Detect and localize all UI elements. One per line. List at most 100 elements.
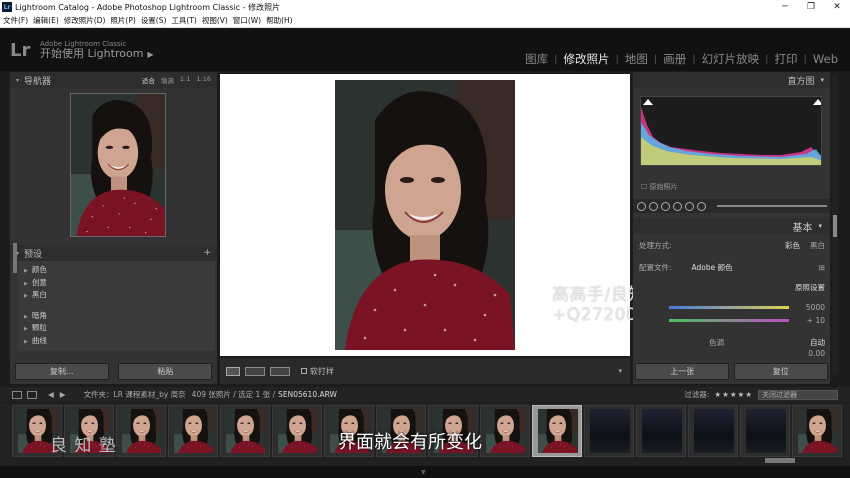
collapse-triangle-icon[interactable]: ▾ [16, 77, 19, 84]
tone-auto-button[interactable]: 自动 [810, 337, 825, 348]
previous-button[interactable]: 上一张 [635, 362, 730, 380]
white-balance-dropdown[interactable]: 原照设置 [795, 282, 825, 293]
add-preset-icon[interactable]: + [203, 248, 211, 258]
tint-value[interactable]: + 10 [807, 316, 825, 325]
menu-window[interactable]: 窗口(W) [233, 15, 261, 26]
paste-button[interactable]: 粘贴 [118, 362, 213, 380]
filmstrip-thumbnail[interactable] [584, 405, 634, 457]
filmstrip-thumbnail[interactable] [272, 405, 322, 457]
tone-row: 色调 自动 [639, 337, 825, 348]
filmstrip-scrollbar[interactable] [765, 458, 795, 463]
preset-group-vignette[interactable]: ▶ 暗角 [18, 310, 215, 323]
back-arrow-icon[interactable]: ◀ [48, 390, 54, 399]
crop-tool-icon[interactable] [637, 201, 646, 211]
spot-removal-icon[interactable] [649, 201, 658, 211]
filmstrip-thumbnail[interactable] [740, 405, 790, 457]
original-photo-toggle[interactable]: ☐ 原始照片 [641, 182, 678, 192]
loupe-view-icon[interactable] [226, 366, 240, 376]
histogram-header[interactable]: 直方图 ▾ [633, 72, 830, 88]
filmstrip-thumbnail[interactable] [116, 405, 166, 457]
menu-help[interactable]: 帮助(H) [266, 15, 293, 26]
selected-filename[interactable]: SEN05610.ARW [278, 390, 337, 399]
soft-proof-toggle[interactable]: 软打样 [301, 366, 334, 377]
menu-edit[interactable]: 编辑(E) [33, 15, 59, 26]
collapse-triangle-icon[interactable]: ▾ [820, 76, 824, 84]
grid-view-icon[interactable] [12, 390, 22, 399]
module-library[interactable]: 图库 [519, 51, 554, 67]
right-panel-scrollbar[interactable] [832, 75, 838, 375]
preset-group-creative[interactable]: ▶ 创意 [18, 277, 215, 290]
forward-arrow-icon[interactable]: ▶ [60, 390, 66, 399]
module-develop[interactable]: 修改照片 [558, 51, 616, 67]
profile-dropdown[interactable]: Adobe 颜色 [692, 262, 733, 273]
filmstrip-thumbnail[interactable] [688, 405, 738, 457]
preset-group-color[interactable]: ▶ 颜色 [18, 264, 215, 277]
tool-slider[interactable] [717, 205, 827, 207]
second-window-icon[interactable] [27, 390, 37, 399]
minimize-button[interactable]: ─ [772, 0, 798, 14]
zoom-1-1[interactable]: 1:1 [180, 75, 190, 85]
toolbar-menu-icon[interactable]: ▾ [618, 367, 622, 375]
zoom-fill[interactable]: 填满 [161, 75, 174, 85]
copy-button[interactable]: 复制... [14, 362, 109, 380]
main-photo[interactable] [335, 80, 515, 350]
radial-filter-icon[interactable] [685, 201, 694, 211]
maximize-button[interactable]: ❐ [798, 0, 824, 14]
play-arrow-icon[interactable]: ▶ [147, 50, 153, 59]
menu-tools[interactable]: 工具(T) [171, 15, 196, 26]
folder-path[interactable]: 文件夹：LR 课程素材_by 周奈 [84, 389, 186, 400]
reset-button[interactable]: 复位 [733, 362, 828, 380]
soft-proof-checkbox[interactable] [301, 368, 307, 374]
red-eye-icon[interactable] [661, 201, 670, 211]
module-book[interactable]: 画册 [657, 51, 692, 67]
navigator-preview[interactable] [70, 93, 166, 237]
close-button[interactable]: ✕ [824, 0, 850, 14]
brush-icon[interactable] [697, 201, 706, 211]
filmstrip-thumbnail[interactable] [480, 405, 530, 457]
temp-value[interactable]: 5000 [806, 303, 825, 312]
filmstrip-thumbnail[interactable] [636, 405, 686, 457]
bottom-panel-toggle[interactable]: ▼ [0, 466, 850, 478]
menu-develop[interactable]: 修改照片(D) [64, 15, 106, 26]
menu-settings[interactable]: 设置(S) [141, 15, 167, 26]
collapse-triangle-icon[interactable]: ▼ [421, 469, 426, 476]
lightroom-app-icon: Lr [2, 2, 12, 12]
basic-header[interactable]: 基本 ▾ [633, 218, 830, 234]
rating-filter[interactable]: ★★★★★ [714, 390, 753, 399]
preset-group-bw[interactable]: ▶ 黑白 [18, 289, 215, 302]
module-print[interactable]: 打印 [769, 51, 804, 67]
menu-view[interactable]: 视图(V) [202, 15, 228, 26]
histogram[interactable] [640, 96, 822, 166]
tone-label: 色调 [709, 338, 724, 347]
temp-row: 5000 [639, 303, 825, 312]
presets-header[interactable]: ▾ 预设 + [10, 245, 217, 261]
module-web[interactable]: Web [807, 52, 844, 66]
filmstrip-thumbnail[interactable] [792, 405, 842, 457]
navigator-header[interactable]: ▾ 导航器 适合 填满 1:1 1:16 [10, 72, 217, 88]
filmstrip-thumbnail[interactable] [220, 405, 270, 457]
filter-dropdown[interactable]: 关闭过滤器 [758, 389, 838, 400]
exposure-value[interactable]: 0.00 [808, 349, 825, 358]
identity-title[interactable]: 开始使用 Lightroom [40, 47, 143, 60]
module-map[interactable]: 地图 [619, 51, 654, 67]
tint-slider[interactable] [669, 319, 789, 322]
graduated-filter-icon[interactable] [673, 201, 682, 211]
compare-view-icon[interactable] [270, 366, 290, 376]
treatment-color[interactable]: 彩色 [785, 240, 800, 251]
preset-group-curve[interactable]: ▶ 曲线 [18, 335, 215, 348]
zoom-1-16[interactable]: 1:16 [196, 75, 211, 85]
treatment-label: 处理方式: [639, 241, 672, 250]
profile-browser-icon[interactable]: ⊞ [819, 263, 825, 272]
zoom-fit[interactable]: 适合 [142, 75, 155, 85]
left-panel-scrollbar[interactable] [13, 243, 17, 273]
collapse-triangle-icon[interactable]: ▾ [818, 222, 822, 230]
before-after-icon[interactable] [245, 366, 265, 376]
filmstrip-thumbnail-selected[interactable] [532, 405, 582, 457]
preset-group-grain[interactable]: ▶ 颗粒 [18, 322, 215, 335]
menu-photo[interactable]: 照片(P) [110, 15, 135, 26]
menu-file[interactable]: 文件(F) [3, 15, 28, 26]
temp-slider[interactable] [669, 306, 789, 309]
treatment-bw[interactable]: 黑白 [810, 240, 825, 251]
module-slideshow[interactable]: 幻灯片放映 [696, 51, 766, 67]
filmstrip-thumbnail[interactable] [168, 405, 218, 457]
